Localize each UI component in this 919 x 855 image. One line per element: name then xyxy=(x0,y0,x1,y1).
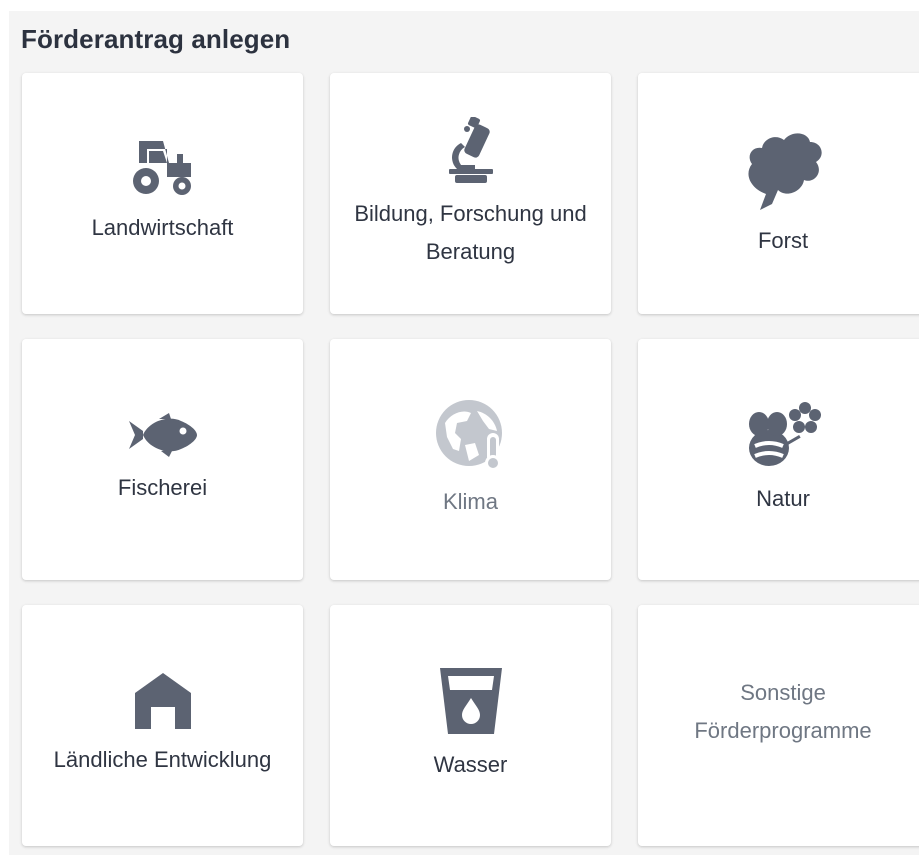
page-container: Förderantrag anlegen Landwirtschaft Bild… xyxy=(9,11,919,855)
tile-label: Wasser xyxy=(433,751,508,777)
tile-natur[interactable]: Natur xyxy=(638,339,919,580)
microscope-icon xyxy=(445,116,497,183)
tile-forst[interactable]: Forst xyxy=(638,73,919,314)
tile-label: Klima xyxy=(442,488,498,514)
tile-label: Fischerei xyxy=(117,474,208,500)
tractor-icon xyxy=(132,140,193,197)
water-glass-icon xyxy=(439,667,502,734)
tile-label: Natur xyxy=(756,485,810,511)
tile-label: Sonstige Förderprogramme xyxy=(694,679,872,743)
tile-klima[interactable]: Klima xyxy=(330,339,611,580)
tile-sonstige-foerderprogramme[interactable]: Sonstige Förderprogramme xyxy=(638,605,919,846)
tile-label: Bildung, Forschung und Beratung xyxy=(354,200,587,264)
tile-wasser[interactable]: Wasser xyxy=(330,605,611,846)
tile-laendliche-entwicklung[interactable]: Ländliche Entwicklung xyxy=(22,605,303,846)
tile-label: Ländliche Entwicklung xyxy=(53,746,272,772)
tile-label: Landwirtschaft xyxy=(91,214,234,240)
tile-fischerei[interactable]: Fischerei xyxy=(22,339,303,580)
page-title: Förderantrag anlegen xyxy=(21,24,291,54)
leaf-icon xyxy=(742,128,824,210)
barn-icon xyxy=(134,672,191,729)
bee-flower-icon xyxy=(745,401,821,468)
tile-landwirtschaft[interactable]: Landwirtschaft xyxy=(22,73,303,314)
globe-thermometer-icon xyxy=(435,399,507,471)
fish-icon xyxy=(128,412,197,457)
tile-label: Forst xyxy=(757,227,809,253)
tile-bildung-forschung-beratung[interactable]: Bildung, Forschung und Beratung xyxy=(330,73,611,314)
